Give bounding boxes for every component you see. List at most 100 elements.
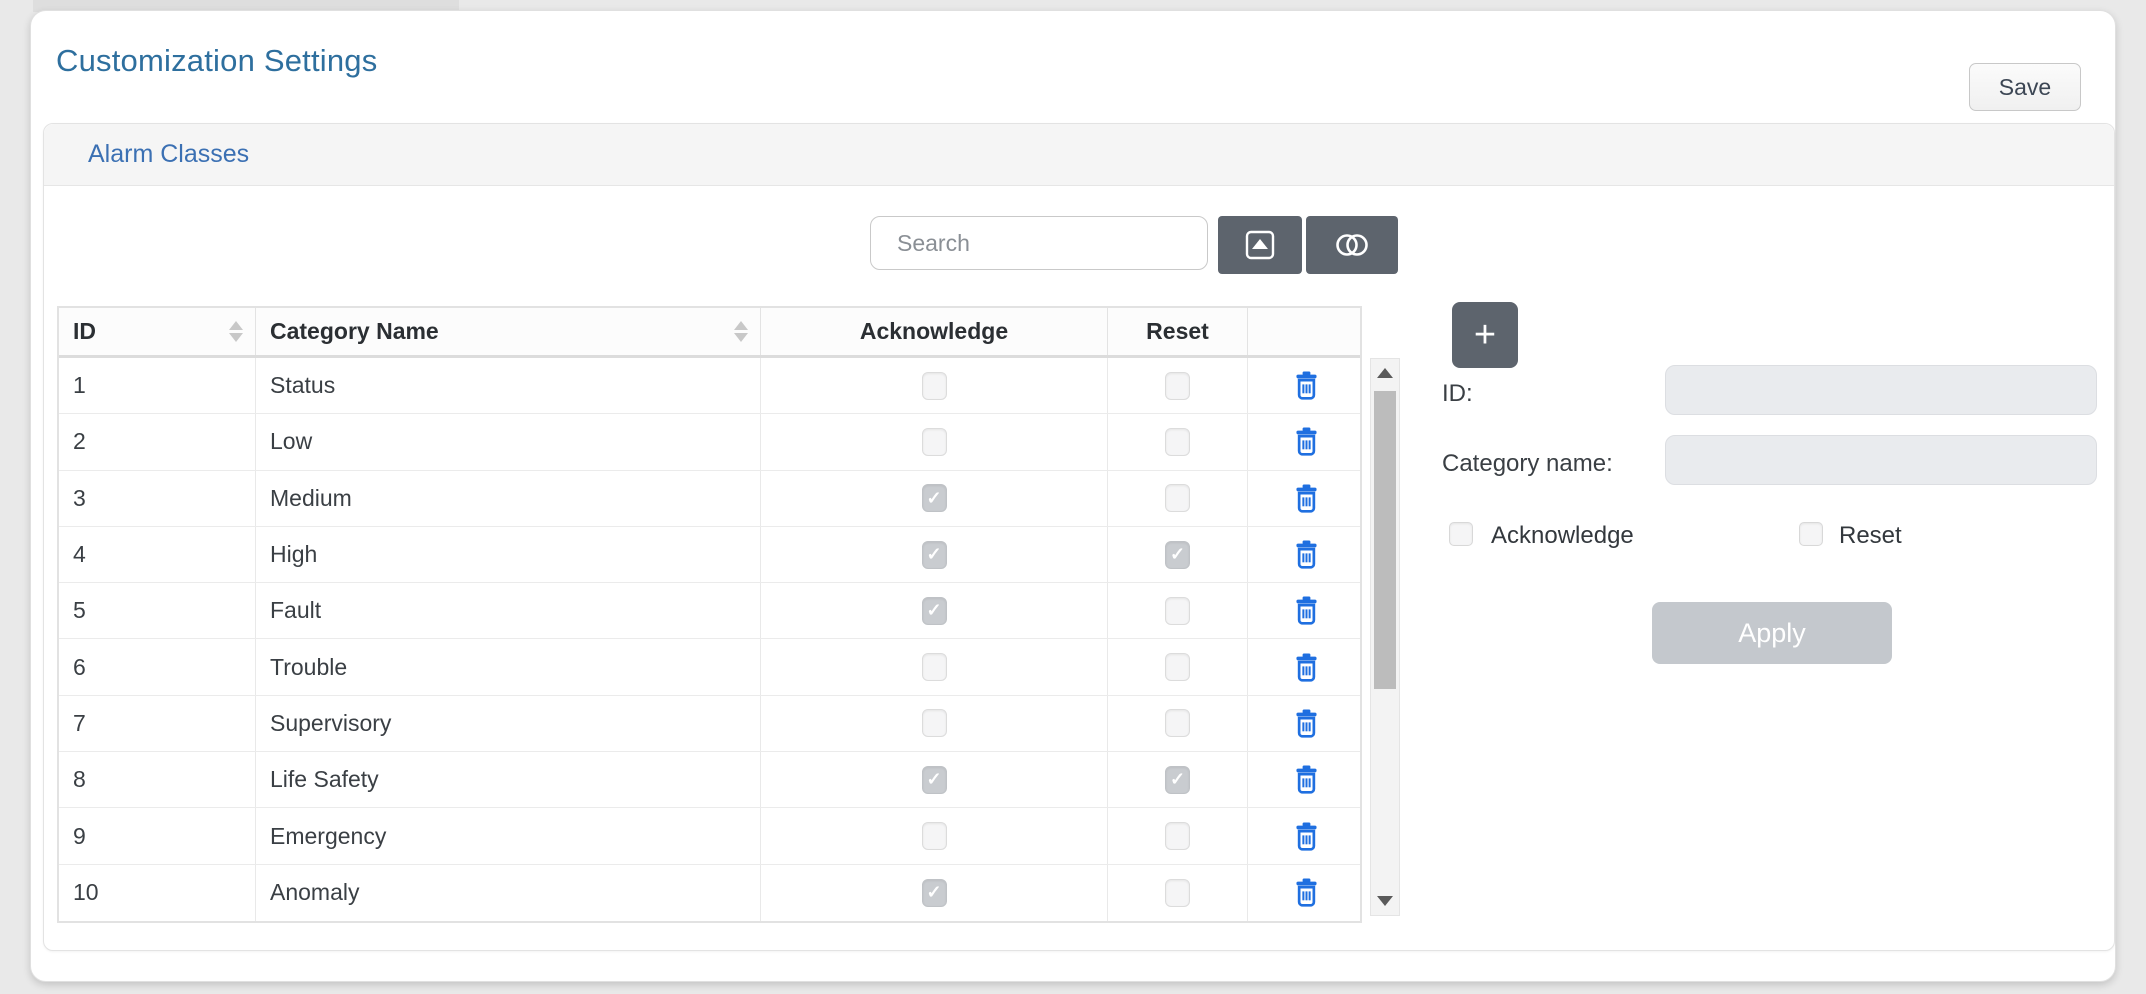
table-row: 1 Status	[59, 358, 1360, 414]
cell-id: 4	[59, 527, 256, 582]
ack-checkbox[interactable]	[922, 709, 947, 737]
ack-checkbox[interactable]	[922, 879, 947, 907]
ack-checkbox[interactable]	[922, 484, 947, 512]
cell-acknowledge	[761, 583, 1108, 638]
cell-reset	[1108, 358, 1248, 413]
cell-reset	[1108, 527, 1248, 582]
category-name-field[interactable]	[1665, 435, 2097, 485]
cell-actions	[1248, 414, 1364, 469]
sort-icon[interactable]	[734, 319, 748, 345]
table-row: 9 Emergency	[59, 808, 1360, 864]
delete-row-button[interactable]	[1293, 484, 1320, 513]
id-field[interactable]	[1665, 365, 2097, 415]
reset-checkbox[interactable]	[1165, 879, 1190, 907]
delete-row-button[interactable]	[1293, 709, 1320, 738]
cell-acknowledge	[761, 527, 1108, 582]
triangle-up-square-icon	[1243, 228, 1277, 262]
reset-checkbox[interactable]	[1165, 541, 1190, 569]
save-button[interactable]: Save	[1969, 63, 2081, 111]
cell-reset	[1108, 414, 1248, 469]
table-scrollbar[interactable]	[1370, 358, 1400, 916]
search-input[interactable]	[870, 216, 1208, 270]
cell-actions	[1248, 583, 1364, 638]
cell-actions	[1248, 808, 1364, 863]
cell-actions	[1248, 865, 1364, 921]
cell-reset	[1108, 471, 1248, 526]
delete-row-button[interactable]	[1293, 540, 1320, 569]
reset-checkbox-label: Reset	[1839, 522, 1902, 550]
delete-row-button[interactable]	[1293, 371, 1320, 400]
cell-acknowledge	[761, 414, 1108, 469]
delete-row-button[interactable]	[1293, 822, 1320, 851]
ack-checkbox[interactable]	[922, 428, 947, 456]
delete-row-button[interactable]	[1293, 653, 1320, 682]
overlapping-circles-icon	[1330, 229, 1374, 261]
cell-name: High	[256, 527, 761, 582]
ack-checkbox[interactable]	[922, 541, 947, 569]
scroll-up-icon[interactable]	[1371, 359, 1399, 387]
cell-actions	[1248, 527, 1364, 582]
ack-checkbox[interactable]	[922, 766, 947, 794]
apply-button[interactable]: Apply	[1652, 602, 1892, 664]
acknowledge-checkbox[interactable]	[1449, 522, 1473, 546]
cell-name: Life Safety	[256, 752, 761, 807]
cell-acknowledge	[761, 358, 1108, 413]
cell-name: Fault	[256, 583, 761, 638]
reset-checkbox[interactable]	[1165, 709, 1190, 737]
add-class-button[interactable]: +	[1452, 302, 1518, 368]
cell-name: Status	[256, 358, 761, 413]
cell-name: Trouble	[256, 639, 761, 694]
trash-icon	[1293, 371, 1320, 400]
column-header-id[interactable]: ID	[59, 308, 256, 355]
sort-icon[interactable]	[229, 319, 243, 345]
reset-checkbox[interactable]	[1165, 653, 1190, 681]
reset-checkbox[interactable]	[1165, 372, 1190, 400]
delete-row-button[interactable]	[1293, 427, 1320, 456]
ack-checkbox[interactable]	[922, 372, 947, 400]
column-header-reset: Reset	[1108, 308, 1248, 355]
trash-icon	[1293, 709, 1320, 738]
cell-acknowledge	[761, 471, 1108, 526]
alarm-classes-table: ID Category Name Acknowledge Reset 1 Sta…	[57, 306, 1362, 923]
toggle-view-button[interactable]	[1306, 216, 1398, 274]
reset-checkbox[interactable]	[1165, 484, 1190, 512]
scrollbar-thumb[interactable]	[1374, 391, 1396, 689]
ack-checkbox[interactable]	[922, 653, 947, 681]
acknowledge-checkbox-label: Acknowledge	[1491, 522, 1634, 550]
cell-actions	[1248, 639, 1364, 694]
cell-actions	[1248, 696, 1364, 751]
column-header-category-name[interactable]: Category Name	[256, 308, 761, 355]
trash-icon	[1293, 822, 1320, 851]
table-row: 2 Low	[59, 414, 1360, 470]
scroll-down-icon[interactable]	[1371, 887, 1399, 915]
reset-checkbox[interactable]	[1165, 766, 1190, 794]
cell-id: 9	[59, 808, 256, 863]
column-header-acknowledge: Acknowledge	[761, 308, 1108, 355]
cell-reset	[1108, 696, 1248, 751]
cell-name: Low	[256, 414, 761, 469]
export-button[interactable]	[1218, 216, 1302, 274]
cell-name: Emergency	[256, 808, 761, 863]
reset-checkbox[interactable]	[1799, 522, 1823, 546]
cell-acknowledge	[761, 752, 1108, 807]
id-field-label: ID:	[1442, 380, 1473, 408]
reset-checkbox[interactable]	[1165, 597, 1190, 625]
cell-acknowledge	[761, 696, 1108, 751]
cell-id: 7	[59, 696, 256, 751]
cell-reset	[1108, 583, 1248, 638]
trash-icon	[1293, 596, 1320, 625]
cell-id: 6	[59, 639, 256, 694]
cell-acknowledge	[761, 865, 1108, 921]
panel-title: Alarm Classes	[88, 140, 249, 169]
delete-row-button[interactable]	[1293, 596, 1320, 625]
table-row: 6 Trouble	[59, 639, 1360, 695]
reset-checkbox[interactable]	[1165, 428, 1190, 456]
delete-row-button[interactable]	[1293, 878, 1320, 907]
ack-checkbox[interactable]	[922, 597, 947, 625]
reset-checkbox[interactable]	[1165, 822, 1190, 850]
cell-id: 1	[59, 358, 256, 413]
delete-row-button[interactable]	[1293, 765, 1320, 794]
ack-checkbox[interactable]	[922, 822, 947, 850]
cell-name: Anomaly	[256, 865, 761, 921]
table-row: 7 Supervisory	[59, 696, 1360, 752]
